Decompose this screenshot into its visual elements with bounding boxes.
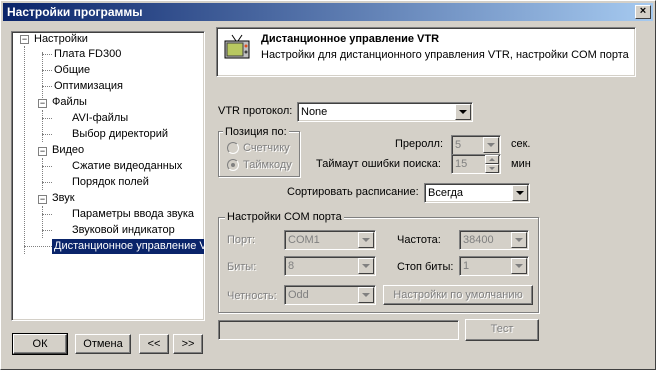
tree-item-field-order[interactable]: Порядок полей [72, 175, 149, 190]
chevron-down-icon[interactable] [358, 232, 374, 248]
baud-label: Частота: [397, 234, 441, 246]
close-icon: × [639, 5, 647, 17]
chevron-down-icon[interactable] [358, 287, 374, 303]
vtr-protocol-label: VTR протокол: [218, 105, 293, 117]
chevron-down-icon[interactable] [483, 137, 499, 153]
preroll-label: Преролл: [395, 138, 444, 150]
com-port-group-title: Настройки COM порта [225, 210, 344, 224]
data-bits-select[interactable]: 8 [284, 256, 376, 276]
chevron-down-icon[interactable] [358, 258, 374, 274]
search-timeout-value: 15 [455, 158, 468, 170]
chevron-down-icon[interactable] [511, 232, 527, 248]
position-counter-radio[interactable] [227, 142, 239, 154]
tree-item-root[interactable]: Настройки [34, 32, 88, 47]
tree-item-directories[interactable]: Выбор директорий [72, 127, 168, 142]
vtr-tv-icon [224, 34, 250, 59]
parity-label: Четность: [227, 290, 277, 302]
test-field[interactable] [218, 320, 459, 340]
tree-item-sound[interactable]: Звук [52, 191, 75, 206]
data-bits-label: Биты: [227, 261, 257, 273]
tree-item-avi-files[interactable]: AVI-файлы [72, 111, 128, 126]
window-title: Настройки программы [7, 5, 143, 19]
title-bar: Настройки программы × [3, 3, 653, 21]
tree-item-sound-input[interactable]: Параметры ввода звука [72, 207, 194, 222]
close-button[interactable]: × [635, 5, 651, 19]
tree-item-video[interactable]: Видео [52, 143, 84, 158]
cancel-button[interactable]: Отмена [75, 334, 131, 354]
stop-bits-select[interactable]: 1 [459, 256, 529, 276]
defaults-button[interactable]: Настройки по умолчанию [383, 285, 533, 305]
stop-bits-label: Стоп биты: [397, 261, 454, 273]
data-bits-value: 8 [288, 260, 295, 272]
search-timeout-label: Таймаут ошибки поиска: [316, 158, 441, 170]
position-counter-label: Счетчику [243, 142, 290, 154]
stop-bits-value: 1 [463, 260, 470, 272]
page-title: Дистанционное управление VTR [261, 33, 440, 45]
vtr-protocol-value: None [301, 106, 328, 118]
preroll-unit: сек. [511, 138, 531, 150]
baud-select[interactable]: 38400 [459, 230, 529, 250]
page-header: Дистанционное управление VTR Настройки д… [216, 27, 636, 77]
preroll-select[interactable]: 5 [451, 135, 501, 155]
baud-value: 38400 [463, 234, 494, 246]
preroll-value: 5 [455, 139, 462, 151]
chevron-down-icon[interactable] [511, 258, 527, 274]
position-timecode-radio[interactable] [227, 159, 239, 171]
next-button[interactable]: >> [173, 334, 203, 354]
stepper-up-icon[interactable] [485, 155, 499, 164]
collapse-video-icon[interactable]: − [38, 147, 47, 156]
vtr-protocol-select[interactable]: None [297, 102, 473, 122]
search-timeout-stepper[interactable]: 15 [451, 154, 501, 174]
collapse-sound-icon[interactable]: − [38, 195, 47, 204]
tree-item-vtr-remote[interactable]: Дистанционное управление VTR [52, 239, 204, 254]
page-subtitle: Настройки для дистанционного управления … [261, 49, 629, 61]
chevron-down-icon[interactable] [455, 104, 471, 120]
parity-value: Odd [288, 289, 309, 301]
sort-schedule-select[interactable]: Всегда [424, 183, 530, 203]
chevron-down-icon[interactable] [512, 185, 528, 201]
port-value: COM1 [288, 234, 320, 246]
tree-item-files[interactable]: Файлы [52, 95, 87, 110]
collapse-files-icon[interactable]: − [38, 99, 47, 108]
tree-item-video-compression[interactable]: Сжатие видеоданных [72, 159, 182, 174]
sort-schedule-label: Сортировать расписание: [287, 186, 419, 198]
port-select[interactable]: COM1 [284, 230, 376, 250]
position-group-title: Позиция по: [223, 125, 289, 139]
search-timeout-unit: мин [511, 158, 531, 170]
test-button[interactable]: Тест [465, 319, 539, 341]
sort-schedule-value: Всегда [428, 187, 464, 199]
settings-tree[interactable]: − Настройки Плата FD300 Общие Оптимизаци… [11, 31, 205, 321]
prev-button[interactable]: << [139, 334, 169, 354]
tree-item-fd300[interactable]: Плата FD300 [54, 47, 121, 62]
tree-item-general[interactable]: Общие [54, 63, 90, 78]
tree-item-optimization[interactable]: Оптимизация [54, 79, 123, 94]
stepper-down-icon[interactable] [485, 164, 499, 173]
settings-window: Настройки программы × − Настройки Плата … [0, 0, 656, 370]
port-label: Порт: [227, 234, 255, 246]
ok-button[interactable]: ОК [12, 333, 68, 355]
position-timecode-label: Таймкоду [243, 159, 292, 171]
collapse-root-icon[interactable]: − [20, 35, 29, 44]
parity-select[interactable]: Odd [284, 285, 376, 305]
tree-item-sound-indicator[interactable]: Звуковой индикатор [72, 223, 175, 238]
